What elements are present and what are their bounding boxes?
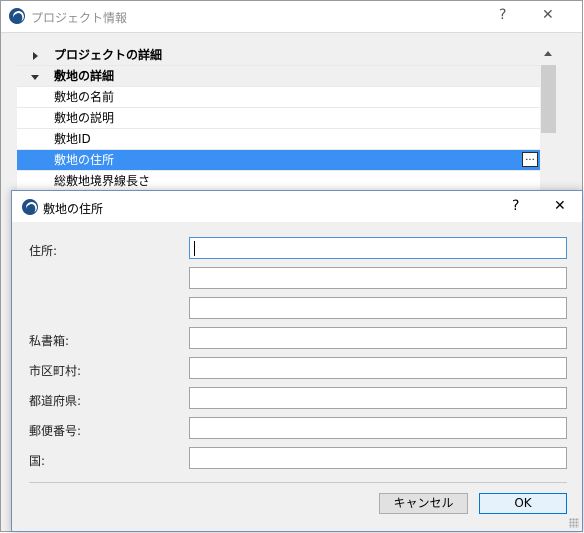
tree-scrollbar[interactable]	[540, 45, 557, 191]
archicad-app-icon	[9, 8, 25, 24]
close-icon[interactable]: ✕	[542, 7, 554, 23]
expand-arrow-icon[interactable]	[33, 52, 38, 60]
tree-item-label: 敷地の名前	[54, 90, 115, 104]
tree-item-site-perimeter[interactable]: 総敷地境界線長さ	[17, 171, 540, 192]
tree-item-label: 敷地の住所	[54, 153, 115, 167]
tree-group-project-details[interactable]: プロジェクトの詳細	[17, 45, 540, 66]
po-box-input[interactable]	[189, 327, 567, 349]
tree-item-label: 敷地ID	[54, 132, 91, 146]
close-icon[interactable]: ✕	[554, 198, 566, 214]
address-line-1-input[interactable]	[189, 237, 567, 259]
site-address-titlebar[interactable]: 敷地の住所 ? ✕	[12, 191, 582, 222]
tree-item-site-address[interactable]: 敷地の住所 ...	[17, 150, 540, 171]
country-input[interactable]	[189, 447, 567, 469]
ok-button[interactable]: OK	[479, 493, 567, 514]
prefecture-label: 都道府県:	[29, 394, 82, 408]
help-button[interactable]: ?	[512, 198, 519, 214]
project-info-title: プロジェクト情報	[31, 11, 128, 25]
project-info-titlebar[interactable]: プロジェクト情報 ? ✕	[1, 1, 582, 33]
tree-item-label: 敷地の説明	[54, 111, 115, 125]
address-line-2-input[interactable]	[189, 267, 567, 289]
address-label: 住所:	[29, 244, 58, 258]
text-caret	[194, 241, 195, 256]
scroll-up-arrow-icon[interactable]	[544, 51, 552, 56]
tree-item-site-id[interactable]: 敷地ID	[17, 129, 540, 150]
archicad-app-icon	[22, 199, 38, 215]
postal-code-label: 郵便番号:	[29, 424, 82, 438]
tree-group-label: 敷地の詳細	[54, 69, 115, 83]
footer-divider	[29, 482, 567, 483]
po-box-label: 私書箱:	[29, 334, 70, 348]
city-label: 市区町村:	[29, 364, 82, 378]
tree-item-label: 総敷地境界線長さ	[54, 174, 151, 188]
tree-item-site-name[interactable]: 敷地の名前	[17, 87, 540, 108]
tree-group-label: プロジェクトの詳細	[54, 48, 163, 62]
resize-grip-icon[interactable]	[569, 518, 579, 528]
collapse-arrow-icon[interactable]	[31, 75, 39, 80]
tree-group-site-details[interactable]: 敷地の詳細	[17, 66, 540, 87]
scroll-thumb[interactable]	[541, 65, 556, 133]
postal-code-input[interactable]	[189, 417, 567, 439]
country-label: 国:	[29, 454, 46, 468]
help-button[interactable]: ?	[499, 7, 506, 23]
site-address-dialog: 敷地の住所 ? ✕ 住所: 私書箱: 市区町村: 都道府県: 郵便番号: 国: …	[11, 190, 583, 532]
prefecture-input[interactable]	[189, 387, 567, 409]
tree-item-site-description[interactable]: 敷地の説明	[17, 108, 540, 129]
edit-address-button[interactable]: ...	[522, 152, 538, 167]
address-line-3-input[interactable]	[189, 297, 567, 319]
project-info-tree: プロジェクトの詳細 敷地の詳細 敷地の名前 敷地の説明 敷地ID 敷地の住所 .…	[17, 45, 540, 192]
city-input[interactable]	[189, 357, 567, 379]
cancel-button[interactable]: キャンセル	[379, 493, 468, 514]
site-address-title: 敷地の住所	[43, 202, 104, 216]
